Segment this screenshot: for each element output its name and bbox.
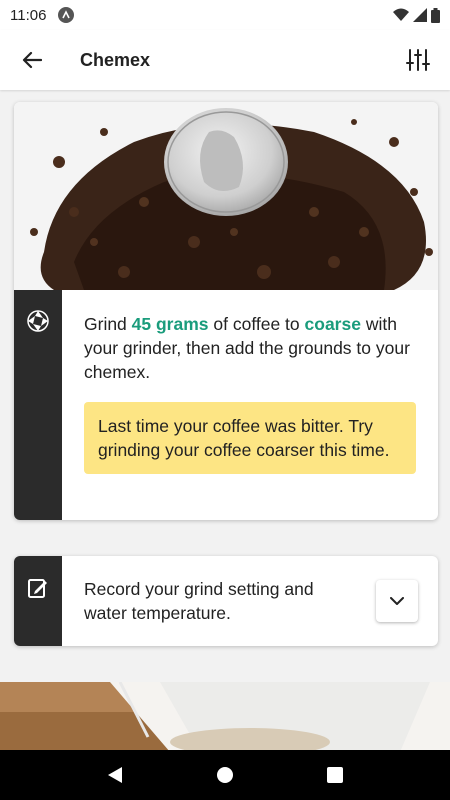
step-body: Grind 45 grams of coffee to coarse with … bbox=[62, 290, 438, 474]
record-sidebar bbox=[14, 556, 62, 646]
status-time: 11:06 bbox=[10, 6, 47, 24]
chemex-pour-photo bbox=[0, 682, 450, 752]
grind-step-card: Grind 45 grams of coffee to coarse with … bbox=[14, 102, 438, 520]
record-instruction: Record your grind setting and water temp… bbox=[84, 579, 314, 623]
nav-back-icon bbox=[108, 767, 122, 783]
nav-home-icon bbox=[217, 767, 233, 783]
grind-size: coarse bbox=[304, 314, 361, 334]
tip-box: Last time your coffee was bitter. Try gr… bbox=[84, 402, 416, 474]
record-card: Record your grind setting and water temp… bbox=[14, 556, 438, 646]
app-bar: Chemex bbox=[0, 30, 450, 90]
coffee-amount: 45 grams bbox=[131, 314, 209, 334]
page-title: Chemex bbox=[80, 49, 151, 70]
tune-sliders-icon bbox=[406, 49, 430, 71]
wifi-icon bbox=[393, 8, 409, 21]
chevron-down-icon bbox=[390, 596, 404, 605]
nav-recents-icon bbox=[327, 767, 343, 783]
nav-home-button[interactable] bbox=[205, 755, 245, 795]
back-button[interactable] bbox=[2, 30, 62, 90]
step-text-before: Grind bbox=[84, 314, 132, 334]
aperture-icon bbox=[27, 310, 49, 332]
nav-back-button[interactable] bbox=[95, 755, 135, 795]
edit-note-icon bbox=[28, 579, 47, 598]
screen: 11:06 Chemex Grind 45 grams of coffee to… bbox=[0, 0, 450, 800]
a-icon bbox=[58, 7, 75, 23]
step-text-middle: of coffee to bbox=[208, 314, 305, 334]
step-sidebar bbox=[14, 290, 62, 520]
record-body: Record your grind setting and water temp… bbox=[62, 556, 438, 646]
step-instruction: Grind 45 grams of coffee to coarse with … bbox=[84, 312, 418, 384]
expand-button[interactable] bbox=[376, 580, 418, 622]
battery-icon bbox=[431, 7, 440, 23]
signal-icon bbox=[413, 8, 427, 22]
coffee-grounds-photo bbox=[14, 102, 438, 290]
nav-recents-button[interactable] bbox=[315, 755, 355, 795]
arrow-back-icon bbox=[22, 51, 42, 69]
settings-button[interactable] bbox=[390, 30, 446, 90]
system-nav-bar bbox=[0, 750, 450, 800]
status-icons bbox=[393, 7, 440, 23]
status-bar: 11:06 bbox=[0, 0, 450, 30]
